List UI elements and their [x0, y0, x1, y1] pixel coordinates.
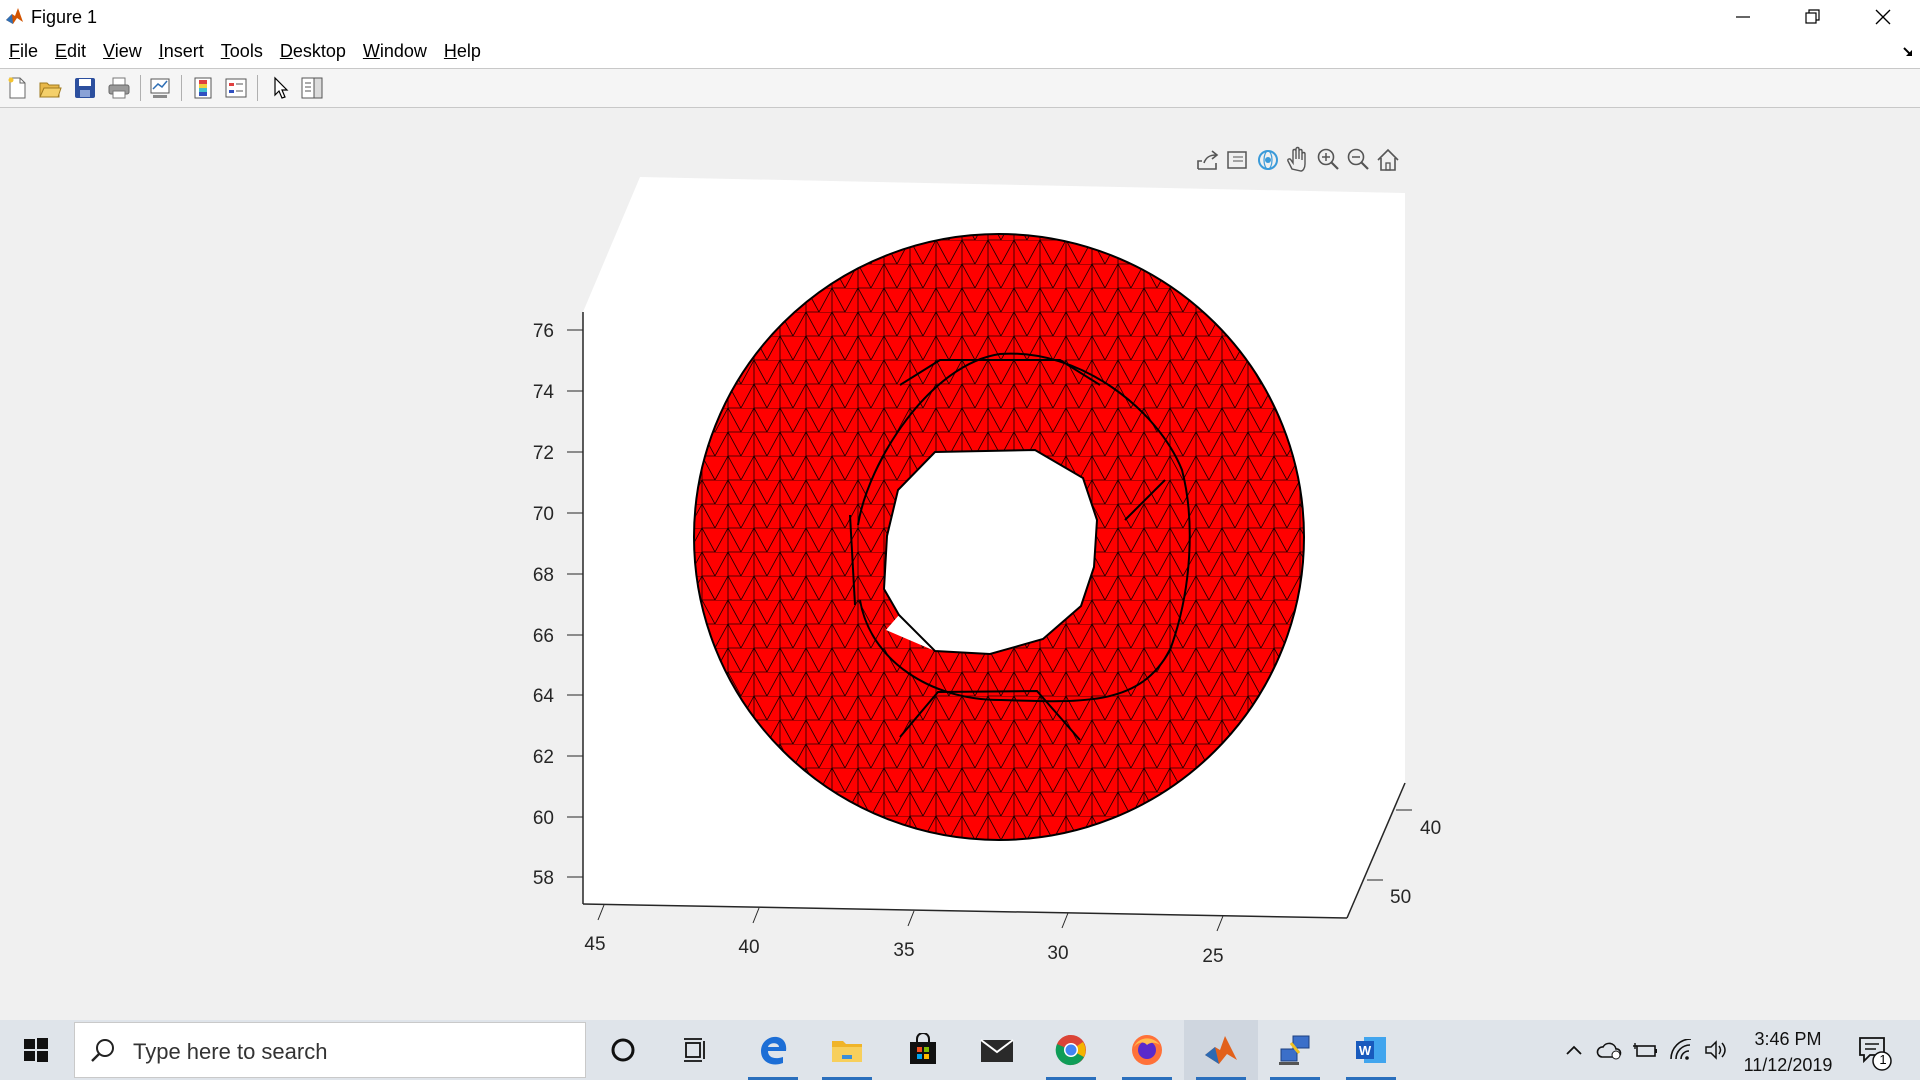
export-icon[interactable] [1197, 150, 1219, 170]
surface-plot[interactable]: 76 74 72 70 68 66 64 62 60 58 45 40 35 3… [0, 0, 1920, 1020]
word-icon: W [1356, 1037, 1386, 1063]
wifi-icon [1670, 1039, 1692, 1060]
file-explorer-icon [832, 1041, 862, 1062]
notification-count: 1 [1879, 1052, 1887, 1067]
zoom-in-icon[interactable] [1317, 148, 1339, 170]
x-tick-label: 45 [584, 934, 605, 955]
tray-volume[interactable] [1702, 1038, 1730, 1062]
pan-icon[interactable] [1287, 146, 1306, 172]
taskbar-chrome[interactable] [1034, 1020, 1108, 1080]
show-hidden-icons-icon [1566, 1045, 1582, 1055]
taskbar-edge[interactable] [736, 1020, 810, 1080]
x-tick-label: 35 [893, 940, 914, 961]
volume-icon [1705, 1040, 1726, 1060]
show-hidden-icons[interactable] [1560, 1038, 1588, 1062]
network-app-icon [1279, 1035, 1310, 1065]
taskbar-network-app[interactable] [1258, 1020, 1332, 1080]
windows-start-icon [24, 1038, 48, 1062]
search-input[interactable]: Type here to search [74, 1022, 586, 1078]
z-tick-label: 66 [533, 626, 554, 647]
taskbar-word[interactable]: W [1334, 1020, 1408, 1080]
tray-battery[interactable] [1632, 1038, 1660, 1062]
start-button[interactable] [0, 1020, 72, 1080]
mail-icon [980, 1039, 1014, 1062]
z-tick-label: 58 [533, 868, 554, 889]
onedrive-icon [1596, 1042, 1622, 1060]
z-tick-label: 64 [533, 686, 555, 707]
task-view-icon [684, 1038, 705, 1062]
taskbar-mail[interactable] [960, 1020, 1034, 1080]
x-tick-label: 40 [738, 937, 759, 958]
z-tick-label: 68 [533, 565, 554, 586]
action-center-button[interactable]: 1 [1854, 1032, 1894, 1072]
system-clock[interactable]: 3:46 PM 11/12/2019 [1732, 1026, 1844, 1078]
taskbar: Type here to search W 3:46 PM 11/12/2019… [0, 1020, 1920, 1080]
firefox-icon [1132, 1035, 1162, 1065]
cortana-icon [611, 1038, 635, 1062]
z-tick-label: 72 [533, 443, 554, 464]
z-tick-label: 76 [533, 321, 554, 342]
home-icon[interactable] [1377, 148, 1399, 171]
ring-surface[interactable] [693, 233, 1305, 841]
z-axis-ticks [567, 329, 583, 878]
edge-icon [761, 1036, 787, 1065]
battery-icon [1633, 1043, 1657, 1057]
taskbar-store[interactable] [886, 1020, 960, 1080]
y-tick-label: 40 [1420, 818, 1441, 839]
z-tick-label: 70 [533, 504, 554, 525]
z-tick-label: 62 [533, 747, 554, 768]
taskbar-task-view[interactable] [660, 1020, 734, 1080]
store-icon [910, 1033, 936, 1064]
search-placeholder: Type here to search [133, 1039, 328, 1064]
taskbar-file-explorer[interactable] [810, 1020, 884, 1080]
tray-onedrive[interactable] [1596, 1038, 1624, 1062]
taskbar-matlab[interactable] [1184, 1020, 1258, 1080]
x-tick-label: 25 [1202, 946, 1223, 967]
brush-icon[interactable] [1227, 151, 1247, 169]
clock-time: 3:46 PM [1754, 1029, 1822, 1049]
chrome-icon [1055, 1034, 1086, 1066]
rotate-3d-icon[interactable] [1258, 150, 1278, 170]
zoom-out-icon[interactable] [1347, 148, 1369, 170]
x-tick-label: 30 [1047, 943, 1068, 964]
axes-toolbar [1197, 146, 1399, 172]
z-tick-label: 60 [533, 808, 554, 829]
taskbar-firefox[interactable] [1110, 1020, 1184, 1080]
taskbar-cortana[interactable] [586, 1020, 660, 1080]
matlab-icon [1205, 1036, 1237, 1064]
y-tick-label: 50 [1390, 887, 1411, 908]
search-icon [91, 1039, 114, 1062]
z-tick-label: 74 [533, 382, 555, 403]
clock-date: 11/12/2019 [1743, 1055, 1833, 1075]
tray-wifi[interactable] [1668, 1038, 1696, 1062]
svg-text:W: W [1359, 1043, 1372, 1058]
